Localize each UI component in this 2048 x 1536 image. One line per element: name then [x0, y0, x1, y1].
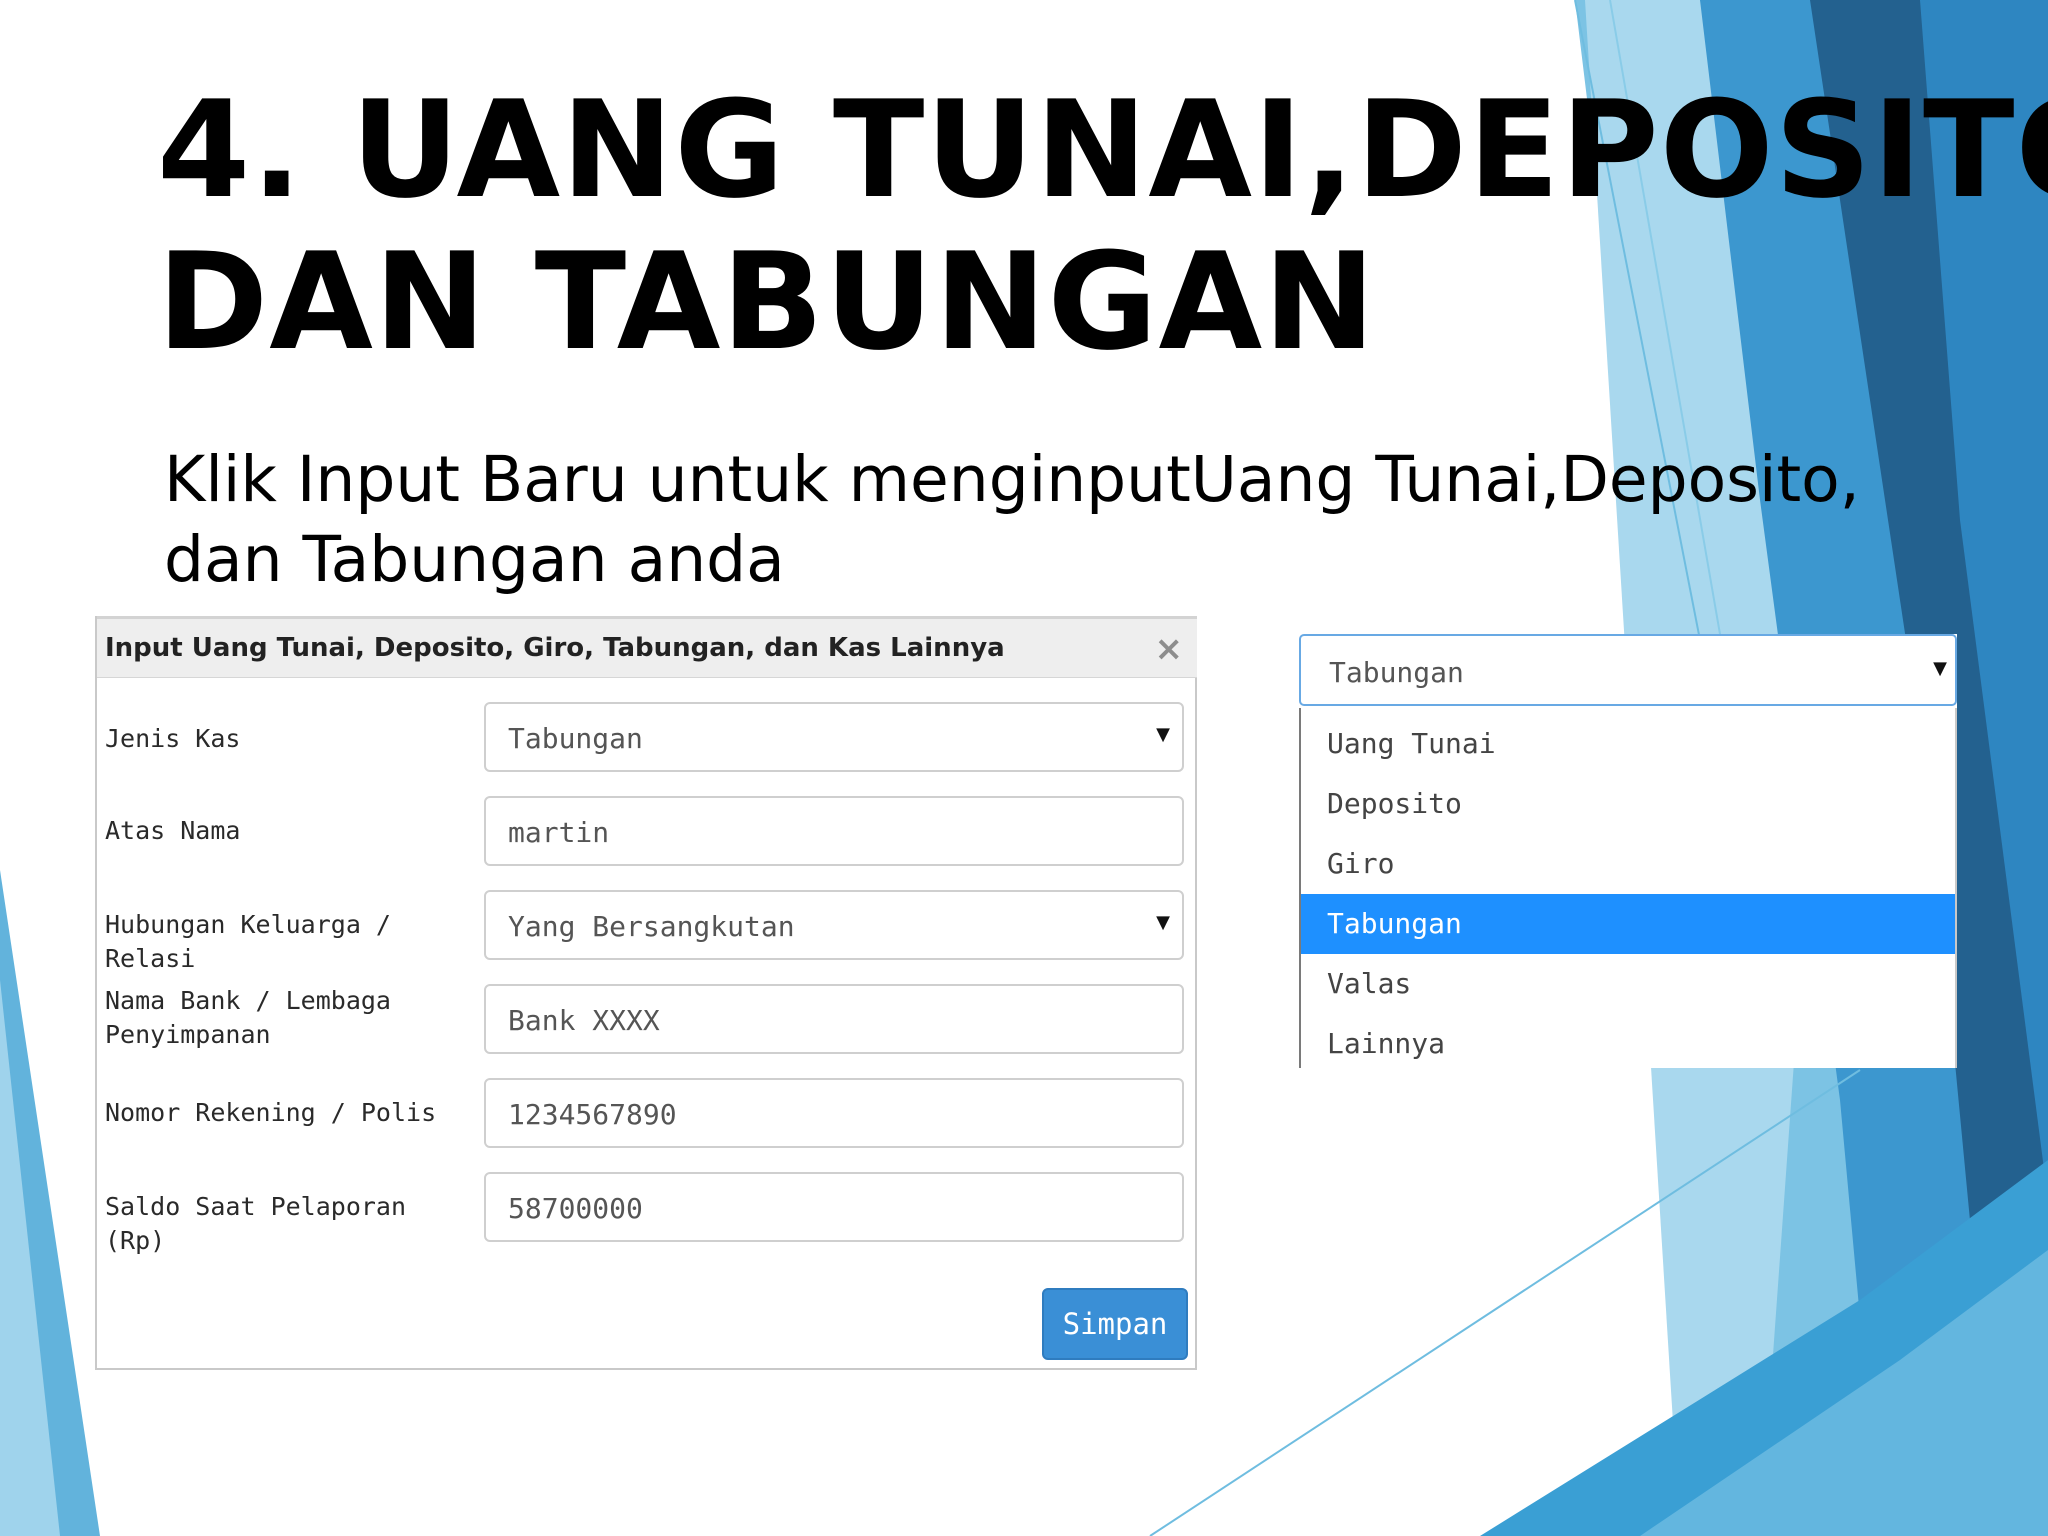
label-nomor-rekening: Nomor Rekening / Polis — [105, 1098, 437, 1127]
dropdown-selected-value: Tabungan — [1329, 656, 1464, 689]
hubungan-keluarga-value: Yang Bersangkutan — [508, 910, 795, 943]
label-saldo: Saldo Saat Pelaporan (Rp) — [105, 1192, 407, 1255]
jenis-kas-dropdown: Tabungan ▼ Uang Tunai Deposito Giro Tabu… — [1299, 634, 1957, 1068]
dropdown-options-list: Uang Tunai Deposito Giro Tabungan Valas … — [1299, 708, 1957, 1068]
nomor-rekening-value: 1234567890 — [508, 1098, 677, 1131]
saldo-input[interactable]: 58700000 — [484, 1172, 1184, 1242]
dropdown-option-tabungan[interactable]: Tabungan — [1301, 894, 1955, 954]
label-nama-bank: Nama Bank / Lembaga Penyimpanan — [105, 986, 391, 1049]
slide: 4. UANG TUNAI,DEPOSITO, DAN TABUNGAN Kli… — [0, 0, 2048, 1536]
slide-subtitle: Klik Input Baru untuk menginputUang Tuna… — [164, 440, 1864, 600]
caret-down-icon: ▼ — [1933, 658, 1947, 679]
label-atas-nama: Atas Nama — [105, 816, 241, 845]
atas-nama-value: martin — [508, 816, 610, 849]
jenis-kas-select[interactable]: Tabungan ▼ — [484, 702, 1184, 772]
nomor-rekening-input[interactable]: 1234567890 — [484, 1078, 1184, 1148]
saldo-value: 58700000 — [508, 1192, 643, 1225]
slide-subtitle-line-1: Klik Input Baru untuk menginputUang Tuna… — [164, 443, 1860, 516]
label-jenis-kas: Jenis Kas — [105, 724, 241, 753]
nama-bank-input[interactable]: Bank XXXX — [484, 984, 1184, 1054]
label-hubungan-keluarga: Hubungan Keluarga / Relasi — [105, 910, 391, 973]
input-cash-modal: Input Uang Tunai, Deposito, Giro, Tabung… — [95, 616, 1197, 1370]
slide-title-line-1: 4. UANG TUNAI,DEPOSITO, — [157, 72, 2048, 228]
save-button[interactable]: Simpan — [1042, 1288, 1188, 1360]
slide-subtitle-line-2: dan Tabungan anda — [164, 523, 785, 596]
caret-down-icon: ▼ — [1156, 912, 1170, 933]
close-icon[interactable]: × — [1155, 629, 1184, 669]
dropdown-option-valas[interactable]: Valas — [1301, 954, 1955, 1014]
hubungan-keluarga-select[interactable]: Yang Bersangkutan ▼ — [484, 890, 1184, 960]
slide-title-line-2: DAN TABUNGAN — [157, 224, 1377, 380]
dropdown-option-deposito[interactable]: Deposito — [1301, 774, 1955, 834]
dropdown-select[interactable]: Tabungan ▼ — [1299, 634, 1957, 706]
slide-title: 4. UANG TUNAI,DEPOSITO, DAN TABUNGAN — [157, 72, 2048, 380]
dropdown-option-giro[interactable]: Giro — [1301, 834, 1955, 894]
dropdown-option-uang-tunai[interactable]: Uang Tunai — [1301, 714, 1955, 774]
modal-title: Input Uang Tunai, Deposito, Giro, Tabung… — [105, 633, 1005, 663]
caret-down-icon: ▼ — [1156, 724, 1170, 745]
jenis-kas-value: Tabungan — [508, 722, 643, 755]
atas-nama-input[interactable]: martin — [484, 796, 1184, 866]
modal-header: Input Uang Tunai, Deposito, Giro, Tabung… — [97, 616, 1197, 678]
nama-bank-value: Bank XXXX — [508, 1004, 660, 1037]
dropdown-option-lainnya[interactable]: Lainnya — [1301, 1014, 1955, 1074]
